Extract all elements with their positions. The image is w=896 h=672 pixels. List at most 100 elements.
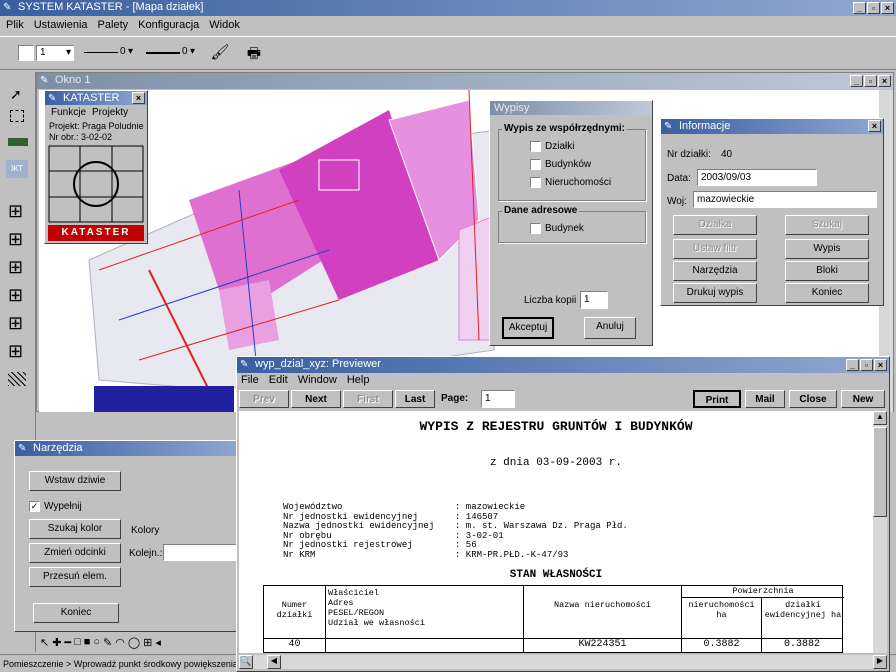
grid-icon[interactable]: ⊞ (143, 636, 152, 650)
ustaw-filtr-button[interactable]: Ustaw filtr (673, 239, 757, 259)
new-button[interactable]: New (841, 390, 885, 408)
last-button[interactable]: Last (395, 390, 435, 408)
accept-button[interactable]: Akceptuj (502, 317, 554, 339)
koniec-button[interactable]: Koniec (785, 283, 869, 303)
arc-icon[interactable]: ◠ (115, 636, 125, 650)
checkbox-dzialki[interactable]: Działki (530, 141, 574, 152)
menu-plik[interactable]: Plik (6, 19, 24, 33)
dzialka-button[interactable]: Działka (673, 215, 757, 235)
scroll-left-icon[interactable]: ◀ (267, 655, 281, 669)
select-rect-tool-icon[interactable] (10, 110, 24, 122)
tools-titlebar[interactable]: ✎ Narzędzia (15, 441, 241, 456)
previewer-vscrollbar[interactable]: ▲ (873, 411, 887, 653)
checkbox-nieruchomosci[interactable]: Nieruchomości (530, 177, 611, 188)
fill-icon[interactable]: ■ (84, 636, 91, 650)
cross-icon[interactable]: ✚ (52, 636, 61, 650)
menu-window[interactable]: Window (298, 374, 337, 386)
previewer-titlebar[interactable]: ✎ wyp_dzial_xyz: Previewer _ ▫ × (237, 357, 889, 373)
pen-icon[interactable]: ✎ (103, 636, 112, 650)
kataster-logo: KATASTER (48, 225, 144, 241)
end-button[interactable]: Koniec (33, 603, 119, 623)
menu-widok[interactable]: Widok (209, 19, 240, 33)
kataster-titlebar[interactable]: ✎ KATASTER × (45, 91, 147, 105)
minimize-icon[interactable]: _ (846, 359, 859, 371)
grid-tool-icon[interactable]: ЖΤ (6, 160, 28, 178)
tile-tool-icon-2[interactable]: ⊞ (8, 230, 23, 248)
menu-palety[interactable]: Palety (98, 19, 129, 33)
tile-tool-icon-4[interactable]: ⊞ (8, 286, 23, 304)
hatch-tool-icon[interactable] (8, 372, 26, 386)
minimize-icon[interactable]: _ (853, 2, 866, 14)
menu-funkcje[interactable]: Funkcje (51, 107, 86, 118)
zoom-icon[interactable]: 🔍 (239, 655, 253, 669)
next-button[interactable]: Next (291, 390, 341, 408)
prev-button[interactable]: Prev (239, 390, 289, 408)
page-input[interactable]: 1 (481, 390, 515, 408)
map-titlebar[interactable]: ✎ Okno 1 _ ▫ × (37, 73, 893, 89)
checkbox-budynkow[interactable]: Budynków (530, 159, 591, 170)
scroll-thumb[interactable] (873, 427, 887, 517)
circle-icon[interactable]: ○ (93, 636, 100, 650)
date-input[interactable]: 2003/09/03 (697, 169, 817, 186)
checkbox-budynek[interactable]: Budynek (530, 223, 584, 234)
szukaj-button[interactable]: Szukaj (785, 215, 869, 235)
tile-tool-icon-3[interactable]: ⊞ (8, 258, 23, 276)
minimize-icon[interactable]: _ (850, 75, 863, 87)
paint-icon[interactable]: 🖌 (210, 43, 230, 63)
tile-tool-icon-6[interactable]: ⊞ (8, 342, 23, 360)
print-button[interactable]: Print (693, 390, 741, 408)
copies-input[interactable]: 1 (580, 291, 608, 309)
layer-tool-icon[interactable] (8, 138, 28, 146)
main-titlebar[interactable]: ✎ SYSTEM KATASTER - [Mapa działek] _ ▫ × (0, 0, 896, 16)
narzedzia-button[interactable]: Narzędzia (673, 261, 757, 281)
doc-heading: WYPIS Z REJESTRU GRUNTÓW I BUDYNKÓW (419, 419, 693, 434)
mail-button[interactable]: Mail (745, 390, 785, 408)
close-icon[interactable]: × (874, 359, 887, 371)
search-color-button[interactable]: Szukaj kolor (29, 519, 121, 539)
arrow-icon[interactable]: ↖ (40, 636, 49, 650)
tile-tool-icon-1[interactable]: ⊞ (8, 202, 23, 220)
menu-edit[interactable]: Edit (269, 374, 288, 386)
insert-button[interactable]: Wstaw dziwie (29, 471, 121, 491)
rect-icon[interactable]: □ (74, 636, 81, 650)
menu-ustawienia[interactable]: Ustawienia (34, 19, 88, 33)
line-weight-select[interactable]: 0 ▾ (146, 45, 200, 61)
wypisy-titlebar[interactable]: Wypisy (490, 101, 652, 115)
scroll-up-icon[interactable]: ▲ (873, 411, 887, 425)
order-input[interactable] (163, 544, 241, 561)
info-titlebar[interactable]: ✎ Informacje × (661, 119, 883, 134)
close-button[interactable]: Close (789, 390, 837, 408)
wypis-button[interactable]: Wypis (785, 239, 869, 259)
first-button[interactable]: First (343, 390, 393, 408)
drukuj-wypis-button[interactable]: Drukuj wypis (673, 283, 757, 303)
change-segments-button[interactable]: Zmień odcinki (29, 543, 121, 563)
ring-icon[interactable]: ◯ (128, 636, 140, 650)
close-icon[interactable]: × (132, 92, 145, 104)
scroll-right-icon[interactable]: ▶ (873, 655, 887, 669)
fill-checkbox[interactable]: ✓ Wypełnij (29, 501, 82, 512)
tile-tool-icon-5[interactable]: ⊞ (8, 314, 23, 332)
close-icon[interactable]: × (878, 75, 891, 87)
close-icon[interactable]: × (881, 2, 894, 14)
maximize-icon[interactable]: ▫ (864, 75, 877, 87)
chevron-left-icon[interactable]: ◂ (155, 636, 161, 650)
menu-help[interactable]: Help (347, 374, 370, 386)
cancel-button[interactable]: Anuluj (584, 317, 636, 339)
voivodeship-input[interactable]: mazowieckie (693, 191, 877, 208)
print-icon[interactable]: 🖶 (244, 43, 264, 63)
kataster-grid-icon[interactable] (48, 145, 144, 223)
bloki-button[interactable]: Bloki (785, 261, 869, 281)
move-element-button[interactable]: Przesuń elem. (29, 567, 121, 587)
maximize-icon[interactable]: ▫ (867, 2, 880, 14)
menu-file[interactable]: File (241, 374, 259, 386)
menu-konfiguracja[interactable]: Konfiguracja (138, 19, 199, 33)
menu-projekty[interactable]: Projekty (92, 107, 128, 118)
arrow-tool-icon[interactable]: ➚ (10, 86, 22, 103)
previewer-hscrollbar[interactable]: 🔍 ◀ ▶ (239, 655, 887, 669)
close-icon[interactable]: × (868, 120, 881, 132)
color-swatch[interactable] (18, 45, 34, 61)
line-style-select[interactable]: 0 ▾ (84, 45, 138, 61)
maximize-icon[interactable]: ▫ (860, 359, 873, 371)
line-icon[interactable]: ━ (64, 636, 71, 650)
layer-select[interactable]: 1 ▾ (36, 45, 74, 61)
